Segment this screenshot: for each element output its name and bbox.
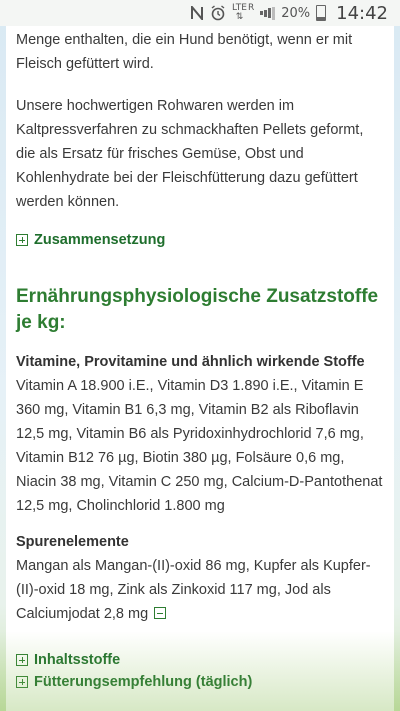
roaming-label: R — [247, 3, 255, 13]
alarm-clock-icon — [210, 5, 226, 21]
toggle-zusammensetzung[interactable]: Zusammensetzung — [16, 232, 384, 248]
trace-elements-text: Mangan als Mangan-(II)-oxid 86 mg, Kupfe… — [16, 558, 371, 622]
collapse-minus-icon[interactable] — [154, 607, 167, 619]
toggle-label: Zusammensetzung — [34, 232, 166, 248]
battery-icon — [316, 5, 327, 21]
toggle-fuetterungsempfehlung[interactable]: Fütterungsempfehlung (täglich) — [16, 674, 384, 690]
vitamins-title: Vitamine, Provitamine und ähnlich wirken… — [16, 354, 365, 370]
clock-time: 14:42 — [336, 2, 388, 24]
toggle-label: Inhaltsstoffe — [34, 652, 121, 668]
vitamins-list: Vitamin A 18.900 i.E., Vitamin D3 1.890 … — [16, 378, 383, 514]
trace-elements-title: Spurenelemente — [16, 534, 129, 550]
toggle-label: Fütterungsempfehlung (täglich) — [34, 674, 253, 690]
trace-elements-list: Mangan als Mangan-(II)-oxid 86 mg, Kupfe… — [16, 554, 384, 626]
notification-n-icon — [190, 6, 204, 20]
section-heading: Ernährungsphysiologische Zusatzstoffe je… — [16, 286, 379, 333]
intro-paragraph: Menge enthalten, die ein Hund benötigt, … — [16, 32, 353, 72]
expand-plus-icon — [16, 654, 28, 666]
product-details-card: Menge enthalten, die ein Hund benötigt, … — [6, 26, 394, 711]
description-paragraph: Unsere hochwertigen Rohwaren werden im K… — [16, 98, 364, 210]
network-indicator: LTE ⇅ R — [232, 4, 254, 22]
expand-plus-icon — [16, 234, 28, 246]
signal-strength-icon — [260, 6, 276, 20]
battery-percentage: 20% — [281, 5, 311, 21]
toggle-inhaltsstoffe[interactable]: Inhaltsstoffe — [16, 652, 384, 668]
status-bar: LTE ⇅ R 20% 14:42 — [0, 0, 400, 26]
network-arrows-icon: ⇅ — [235, 12, 244, 22]
expand-plus-icon — [16, 676, 28, 688]
